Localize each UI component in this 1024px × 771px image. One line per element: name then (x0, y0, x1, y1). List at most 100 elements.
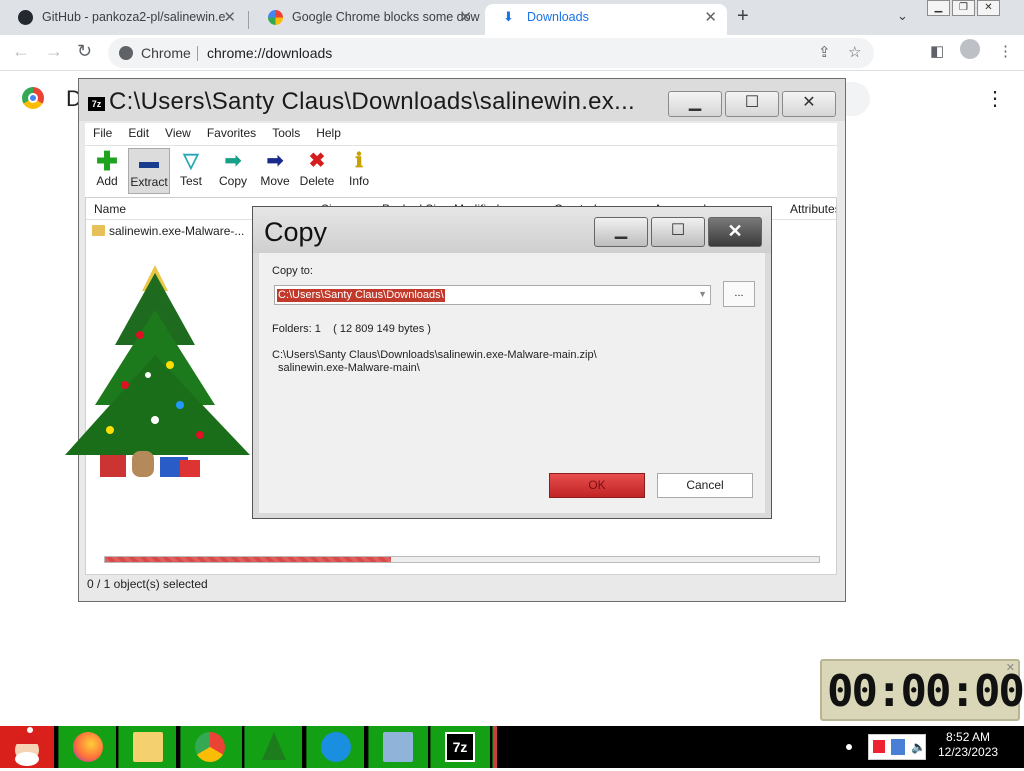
forward-icon[interactable]: → (45, 41, 63, 62)
christmas-tree-icon (262, 732, 286, 760)
taskbar-firefox[interactable] (58, 726, 116, 768)
menu-tools[interactable]: Tools (264, 123, 308, 145)
restore-button[interactable]: ❐ (952, 0, 975, 16)
taskbar: 7z 🔈 8:52 AM 12/23/2023 (0, 726, 1024, 768)
computer-icon (383, 732, 413, 762)
menu-help[interactable]: Help (308, 123, 349, 145)
folders-info: Folders: 1 ( 12 809 149 bytes ) (272, 323, 431, 335)
column-attributes[interactable]: Attributes (790, 202, 836, 216)
menu-view[interactable]: View (157, 123, 199, 145)
destination-value[interactable]: C:\Users\Santy Claus\Downloads\ (277, 289, 445, 302)
tab-google[interactable]: Google Chrome blocks some dow ✕ (250, 4, 482, 35)
side-panel-icon[interactable]: ◧ (930, 42, 944, 60)
taskbar-file-explorer[interactable] (118, 726, 176, 768)
messenger-icon (321, 732, 351, 762)
maximize-button[interactable]: ☐ (651, 217, 705, 247)
info-icon: ℹ (355, 150, 363, 172)
back-icon[interactable]: ← (12, 41, 30, 62)
close-button[interactable]: ✕ (708, 217, 762, 247)
copy-dialog: Copy ▁ ☐ ✕ Copy to: C:\Users\Santy Claus… (252, 206, 772, 519)
copy-dialog-title: Copy (264, 217, 328, 247)
ok-button[interactable]: OK (549, 473, 645, 498)
column-name[interactable]: Name (94, 202, 126, 216)
close-button[interactable]: ✕ (977, 0, 1000, 16)
source-path-line2: salinewin.exe-Malware-main\ (278, 362, 420, 374)
address-bar[interactable]: Chrome chrome://downloads ⇪ ☆ (108, 38, 874, 68)
bookmark-star-icon[interactable]: ☆ (848, 38, 861, 68)
clock-date: 12/23/2023 (938, 745, 999, 759)
list-item[interactable]: salinewin.exe-Malware-... (92, 224, 244, 238)
tab-google-label: Google Chrome blocks some dow (292, 10, 480, 24)
browse-button[interactable]: ... (723, 281, 755, 307)
menu-kebab-icon[interactable]: ⋮ (998, 42, 1013, 60)
timer-gadget: ✕ 00:00:00 (820, 659, 1024, 721)
start-button[interactable] (0, 726, 54, 768)
google-icon (268, 10, 283, 25)
downloads-menu-icon[interactable]: ⋮ (985, 86, 1005, 111)
tab-search-chevron-icon[interactable]: ⌄ (897, 8, 908, 24)
delete-button[interactable]: ✖ Delete (296, 148, 338, 194)
close-icon[interactable]: ✕ (223, 4, 236, 31)
test-button[interactable]: ▽ Test (170, 148, 212, 194)
minimize-button[interactable]: ▁ (927, 0, 950, 16)
add-label: Add (96, 174, 118, 188)
menu-favorites[interactable]: Favorites (199, 123, 264, 145)
clock-time: 8:52 AM (946, 730, 991, 744)
new-tab-button[interactable]: + (737, 5, 749, 28)
tab-strip: GitHub - pankoza2-pl/salinewin.e ✕ Googl… (0, 0, 1024, 35)
url-text[interactable]: chrome://downloads (207, 38, 332, 68)
copy-dialog-titlebar[interactable]: Copy ▁ ☐ ✕ (253, 207, 771, 253)
tab-downloads[interactable]: ⬇ Downloads ✕ (485, 4, 727, 35)
notification-dot-icon[interactable] (846, 744, 852, 750)
copy-button[interactable]: ➡ Copy (212, 148, 254, 194)
close-button[interactable]: ✕ (782, 91, 836, 117)
flag-icon (873, 740, 885, 753)
7zip-icon: 7z (445, 732, 475, 762)
extract-icon: ▬ (139, 151, 159, 173)
taskbar-7zip[interactable]: 7z (430, 726, 490, 768)
github-icon (18, 10, 33, 25)
close-icon[interactable]: ✕ (459, 4, 472, 31)
tab-separator (248, 11, 249, 29)
chevron-down-icon[interactable]: ▼ (698, 289, 707, 299)
taskbar-computer[interactable] (368, 726, 428, 768)
system-clock[interactable]: 8:52 AM 12/23/2023 (938, 730, 998, 760)
copy-to-label: Copy to: (272, 265, 313, 277)
system-tray[interactable]: 🔈 (868, 734, 926, 760)
firefox-icon (73, 732, 103, 762)
tab-github[interactable]: GitHub - pankoza2-pl/salinewin.e ✕ (0, 4, 246, 35)
move-arrow-icon: ➡ (266, 150, 284, 172)
profile-avatar[interactable] (960, 39, 980, 59)
volume-icon: 🔈 (911, 740, 926, 754)
taskbar-messenger[interactable] (306, 726, 364, 768)
delete-x-icon: ✖ (308, 150, 326, 172)
christmas-tree-image (65, 265, 250, 477)
taskbar-chrome[interactable] (180, 726, 242, 768)
menu-file[interactable]: File (85, 123, 120, 145)
progress-bar-fill (105, 557, 391, 562)
window-controls: ▁ ❐ ✕ (927, 0, 1000, 16)
add-button[interactable]: ✚ Add (86, 148, 128, 194)
taskbar-edge-marker (492, 726, 497, 768)
minimize-button[interactable]: ▁ (594, 217, 648, 247)
menu-edit[interactable]: Edit (120, 123, 157, 145)
cancel-button[interactable]: Cancel (657, 473, 753, 498)
extract-button[interactable]: ▬ Extract (128, 148, 170, 194)
chrome-icon (195, 732, 225, 762)
menu-bar: File Edit View Favorites Tools Help (85, 123, 837, 145)
source-path-line1: C:\Users\Santy Claus\Downloads\salinewin… (272, 349, 597, 361)
extract-label: Extract (130, 175, 168, 189)
minimize-button[interactable]: ▁ (668, 91, 722, 117)
taskbar-christmas-tree[interactable] (244, 726, 302, 768)
move-button[interactable]: ➡ Move (254, 148, 296, 194)
destination-combobox[interactable]: C:\Users\Santy Claus\Downloads\ ▼ (274, 285, 711, 305)
info-button[interactable]: ℹ Info (338, 148, 380, 194)
7zip-icon: 7z (88, 97, 105, 111)
sevenzip-titlebar[interactable]: 7z C:\Users\Santy Claus\Downloads\saline… (79, 79, 845, 121)
share-icon[interactable]: ⇪ (818, 38, 831, 68)
maximize-button[interactable]: ☐ (725, 91, 779, 117)
chrome-logo-icon (22, 87, 44, 109)
close-icon[interactable]: ✕ (704, 4, 717, 31)
download-icon: ⬇ (503, 9, 514, 24)
reload-icon[interactable]: ↻ (77, 41, 92, 62)
